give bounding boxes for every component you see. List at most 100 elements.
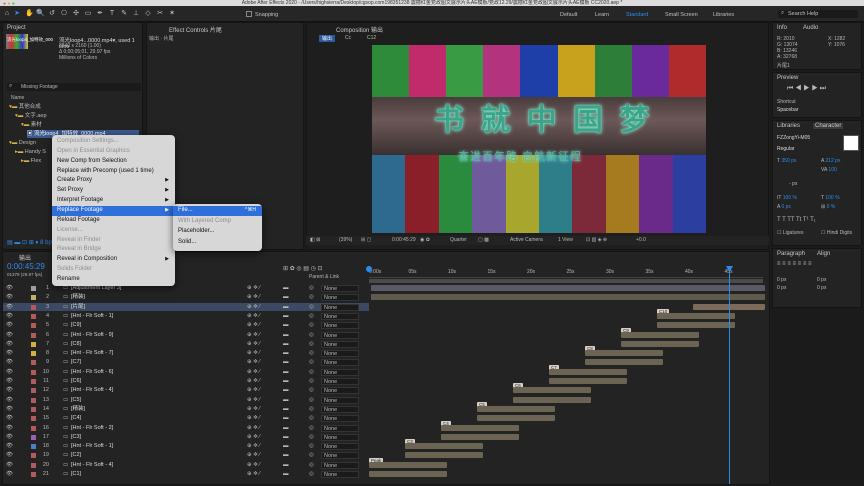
layer-duration-bar[interactable]	[549, 368, 627, 375]
label-color-swatch[interactable]	[31, 332, 36, 338]
layer-switches-icon[interactable]: ⊕ ✲ ⁄	[247, 312, 260, 321]
parent-dropdown[interactable]: None	[321, 368, 359, 376]
layer-row[interactable]: 👁 15 ▭ [C4] ⊕ ✲ ⁄ ▬ ◎ None	[3, 414, 369, 423]
context-menu-item[interactable]: Set Proxy ▶	[52, 186, 175, 196]
ligatures-checkbox[interactable]: ☐ Ligatures	[777, 230, 803, 236]
layer-name[interactable]: [C3]	[71, 433, 81, 442]
workspace-learn[interactable]: Learn	[595, 12, 609, 18]
label-color-swatch[interactable]	[31, 444, 36, 450]
layer-name[interactable]: [精装]	[71, 405, 85, 414]
composition-viewer[interactable]: 书 就 中 国 梦 奋进百年路 启航新征程	[372, 45, 706, 233]
parent-dropdown[interactable]: None	[321, 312, 359, 320]
label-color-swatch[interactable]	[31, 453, 36, 459]
layer-row[interactable]: 👁 13 ▭ [C5] ⊕ ✲ ⁄ ▬ ◎ None	[3, 396, 369, 405]
context-menu-item[interactable]: New Comp from Selection	[52, 157, 175, 167]
label-color-swatch[interactable]	[31, 388, 36, 394]
layer-duration-bar[interactable]	[513, 396, 591, 403]
visibility-eye-icon[interactable]: 👁	[6, 424, 13, 433]
puppet-tool-icon[interactable]: ✶	[168, 10, 176, 18]
visibility-eye-icon[interactable]: 👁	[6, 303, 13, 312]
toggle-icons[interactable]: ⊡ ▥ ◈ ⊕	[586, 236, 607, 245]
project-item-folder[interactable]: ▾▬ Design	[9, 139, 36, 147]
pickwhip-icon[interactable]: ◎	[309, 293, 314, 302]
layer-row[interactable]: 👁 17 ▭ [C3] ⊕ ✲ ⁄ ▬ ◎ None	[3, 433, 369, 442]
layer-row[interactable]: 👁 5 ▭ [C9] ⊕ ✲ ⁄ ▬ ◎ None	[3, 321, 369, 330]
work-area-bar[interactable]	[369, 279, 763, 283]
label-color-swatch[interactable]	[31, 295, 36, 301]
space-before-field[interactable]: 0 px	[777, 285, 786, 291]
layer-switches-icon[interactable]: ⊕ ✲ ⁄	[247, 442, 260, 451]
pickwhip-icon[interactable]: ◎	[309, 377, 314, 386]
project-item-folder[interactable]: ▸▬ Handy S	[15, 148, 46, 156]
visibility-eye-icon[interactable]: 👁	[6, 377, 13, 386]
context-menu-item[interactable]: Rename	[52, 275, 175, 285]
pickwhip-icon[interactable]: ◎	[309, 396, 314, 405]
parent-dropdown[interactable]: None	[321, 340, 359, 348]
preview-tab[interactable]: Preview	[777, 75, 798, 81]
info-tab[interactable]: Info	[777, 25, 787, 31]
pickwhip-icon[interactable]: ◎	[309, 331, 314, 340]
pickwhip-icon[interactable]: ◎	[309, 321, 314, 330]
pan-behind-icon[interactable]: ✣	[72, 10, 80, 18]
layer-mode-icon[interactable]: ▬	[283, 368, 289, 377]
work-area-start-handle[interactable]	[366, 266, 372, 272]
context-menu-item[interactable]: Reload Footage	[52, 216, 175, 226]
layer-duration-bar[interactable]	[441, 433, 519, 440]
layer-row[interactable]: 👁 7 ▭ [C8] ⊕ ✲ ⁄ ▬ ◎ None	[3, 340, 369, 349]
layer-mode-icon[interactable]: ▬	[283, 293, 289, 302]
visibility-eye-icon[interactable]: 👁	[6, 386, 13, 395]
label-color-swatch[interactable]	[31, 406, 36, 412]
indent-left-field[interactable]: 0 px	[777, 277, 786, 283]
visibility-eye-icon[interactable]: 👁	[6, 312, 13, 321]
type-tool-icon[interactable]: T	[108, 10, 116, 18]
visibility-eye-icon[interactable]: 👁	[6, 414, 13, 423]
composition-tab[interactable]: Composition 输出	[336, 25, 383, 34]
parent-dropdown[interactable]: None	[321, 471, 359, 478]
effect-controls-tab[interactable]: Effect Controls 片尾	[169, 25, 222, 34]
layer-switches-icon[interactable]: ⊕ ✲ ⁄	[247, 470, 260, 479]
layer-switches-icon[interactable]: ⊕ ✲ ⁄	[247, 386, 260, 395]
layer-switches-icon[interactable]: ⊕ ✲ ⁄	[247, 424, 260, 433]
layer-mode-icon[interactable]: ▬	[283, 396, 289, 405]
tracking-field[interactable]: VA 100	[821, 167, 837, 173]
layer-name[interactable]: [C9]	[71, 321, 81, 330]
project-item-folder[interactable]: ▾▬ 其他合成	[9, 103, 41, 111]
layer-switches-icon[interactable]: ⊕ ✲ ⁄	[247, 284, 260, 293]
label-color-swatch[interactable]	[31, 323, 36, 329]
parent-dropdown[interactable]: None	[321, 461, 359, 469]
pen-tool-icon[interactable]: ✒	[96, 10, 104, 18]
layer-name[interactable]: [C2]	[71, 451, 81, 460]
layer-duration-bar[interactable]	[441, 424, 519, 431]
label-color-swatch[interactable]	[31, 304, 36, 310]
pickwhip-icon[interactable]: ◎	[309, 442, 314, 451]
camera-tool-icon[interactable]: ⎔	[60, 10, 68, 18]
layer-switches-icon[interactable]: ⊕ ✲ ⁄	[247, 433, 260, 442]
layer-mode-icon[interactable]: ▬	[283, 321, 289, 330]
layer-duration-bar[interactable]	[585, 350, 663, 357]
rectangle-tool-icon[interactable]: ▭	[84, 10, 92, 18]
rotate-tool-icon[interactable]: ↺	[48, 10, 56, 18]
visibility-eye-icon[interactable]: 👁	[6, 470, 13, 479]
layer-mode-icon[interactable]: ▬	[283, 284, 289, 293]
layer-name[interactable]: [C8]	[71, 340, 81, 349]
parent-dropdown[interactable]: None	[321, 350, 359, 358]
layer-switches-icon[interactable]: ⊕ ✲ ⁄	[247, 321, 260, 330]
pickwhip-icon[interactable]: ◎	[309, 340, 314, 349]
visibility-eye-icon[interactable]: 👁	[6, 433, 13, 442]
submenu-item[interactable]: Solid...	[173, 238, 262, 248]
workspace-small-screen[interactable]: Small Screen	[665, 12, 698, 18]
workspace-default[interactable]: Default	[560, 12, 577, 18]
parent-dropdown[interactable]: None	[321, 331, 359, 339]
parent-dropdown[interactable]: None	[321, 359, 359, 367]
parent-dropdown[interactable]: None	[321, 433, 359, 441]
exposure-value[interactable]: +0.0	[636, 236, 646, 245]
parent-dropdown[interactable]: None	[321, 452, 359, 460]
visibility-eye-icon[interactable]: 👁	[6, 405, 13, 414]
layer-name[interactable]: [Hnt - Flr Soft - 6]	[71, 368, 113, 377]
zoom-tool-icon[interactable]: 🔍	[36, 10, 45, 18]
parent-dropdown[interactable]: None	[321, 285, 359, 292]
camera-dropdown[interactable]: Active Camera	[510, 236, 543, 245]
layer-duration-bar[interactable]	[405, 452, 483, 459]
layer-row[interactable]: 👁 10 ▭ [Hnt - Flr Soft - 6] ⊕ ✲ ⁄ ▬ ◎ None	[3, 368, 369, 377]
workspace-libraries[interactable]: Libraries	[713, 12, 734, 18]
